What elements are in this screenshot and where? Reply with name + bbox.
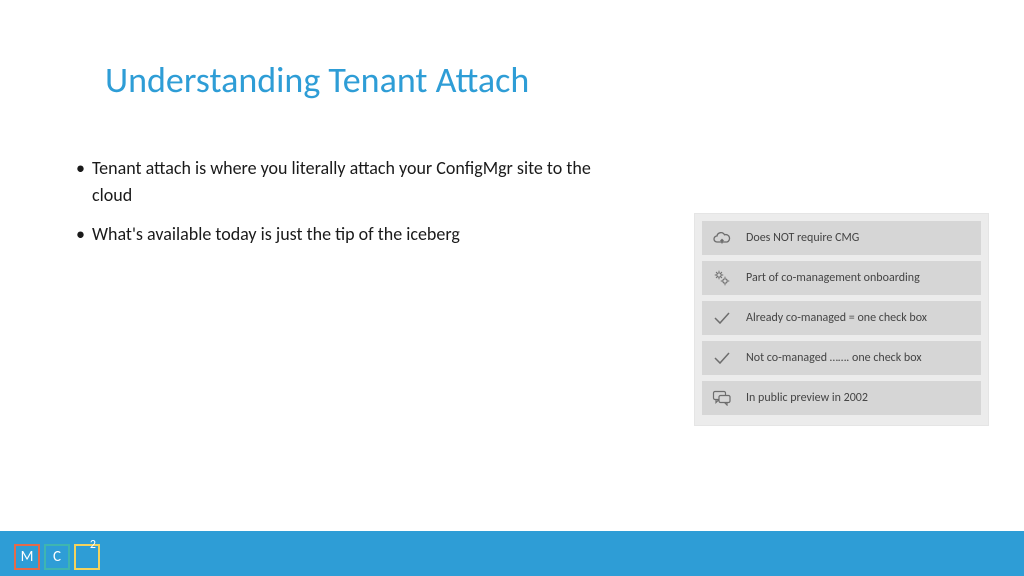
feature-label: In public preview in 2002 <box>746 391 868 405</box>
bullet-item: What's available today is just the tip o… <box>72 221 632 248</box>
feature-label: Does NOT require CMG <box>746 231 859 245</box>
check-icon <box>710 346 734 370</box>
logo-letter-c: C <box>44 544 70 570</box>
check-icon <box>710 306 734 330</box>
feature-row: Part of co-management onboarding <box>702 261 981 295</box>
gears-icon <box>710 266 734 290</box>
logo-letter-2: 2 <box>74 544 100 570</box>
logo-letter-m: M <box>14 544 40 570</box>
feature-row: Does NOT require CMG <box>702 221 981 255</box>
logo-superscript: 2 <box>90 538 96 552</box>
feature-row: In public preview in 2002 <box>702 381 981 415</box>
feature-row: Already co-managed = one check box <box>702 301 981 335</box>
feature-label: Part of co-management onboarding <box>746 271 920 285</box>
logo: M C 2 <box>14 544 100 570</box>
bullet-item: Tenant attach is where you literally att… <box>72 155 632 209</box>
footer-bar: M C 2 <box>0 531 1024 576</box>
feature-label: Already co-managed = one check box <box>746 311 927 325</box>
cloud-icon <box>710 226 734 250</box>
chat-icon <box>710 386 734 410</box>
bullet-list: Tenant attach is where you literally att… <box>72 155 632 260</box>
feature-row: Not co-managed ……. one check box <box>702 341 981 375</box>
feature-label: Not co-managed ……. one check box <box>746 351 922 365</box>
feature-panel: Does NOT require CMG Part of co-manageme… <box>694 213 989 426</box>
slide-title: Understanding Tenant Attach <box>105 58 529 102</box>
